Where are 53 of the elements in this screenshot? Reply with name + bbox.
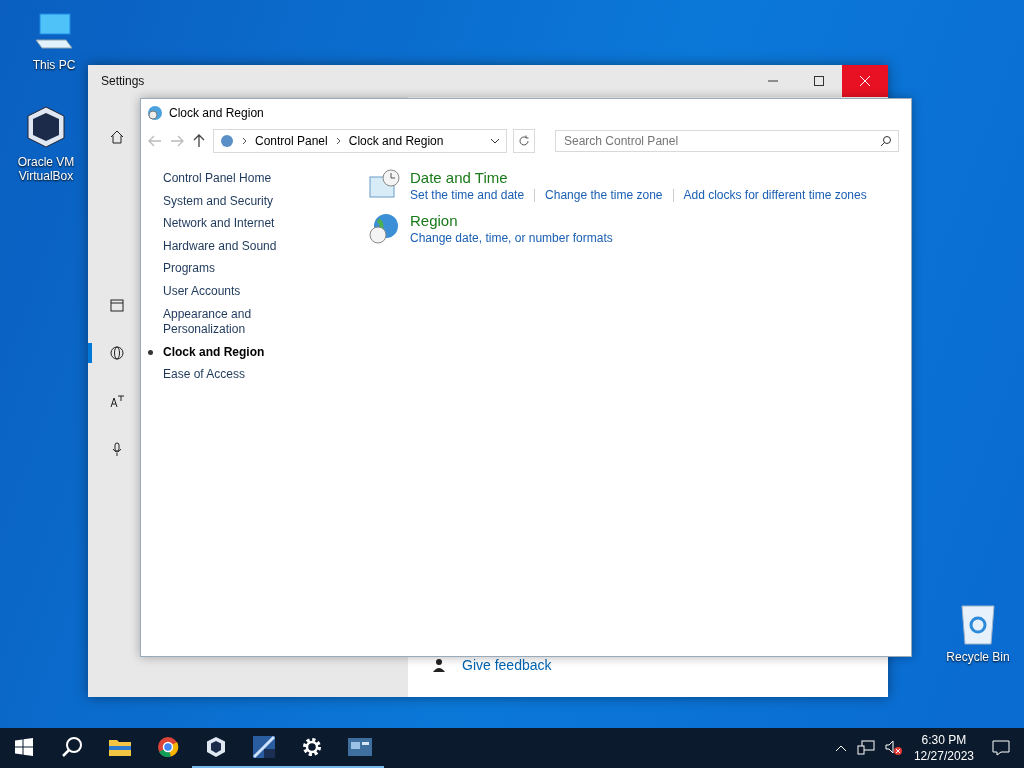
clock-button[interactable]: 6:30 PM 12/27/2023 <box>913 731 974 765</box>
window-title: Clock and Region <box>169 106 264 120</box>
chevron-icon <box>242 137 247 145</box>
task-link[interactable]: Change date, time, or number formats <box>410 231 613 245</box>
nav-link[interactable]: Ease of Access <box>163 367 246 383</box>
nav-link[interactable]: Clock and Region <box>163 344 265 361</box>
chevron-up-icon[interactable] <box>834 744 847 752</box>
language-icon <box>109 393 125 409</box>
nav-link[interactable]: Programs <box>163 261 215 277</box>
feedback-link[interactable]: Give feedback <box>462 657 552 673</box>
bullet-icon <box>148 350 153 356</box>
nav-link[interactable]: Appearance and Personalization <box>163 306 298 338</box>
speaker-muted-icon[interactable] <box>884 740 903 756</box>
nav-link[interactable]: System and Security <box>163 193 274 210</box>
calendar-clock-icon <box>368 169 400 201</box>
desktop-icon-label[interactable]: Recycle Bin <box>946 650 1010 665</box>
calendar-icon <box>109 297 125 313</box>
nav-link[interactable]: Control Panel Home <box>163 171 272 187</box>
notifications-icon[interactable] <box>992 740 1010 756</box>
category-title[interactable]: Region <box>410 212 613 229</box>
browser-icon <box>157 736 179 758</box>
network-icon[interactable] <box>856 740 875 756</box>
cube-icon <box>205 736 227 758</box>
globe-clock-icon <box>147 105 163 121</box>
nav-link[interactable]: Hardware and Sound <box>163 238 277 255</box>
breadcrumb-item[interactable]: Clock and Region <box>348 134 444 148</box>
up-arrow-icon[interactable] <box>191 134 207 148</box>
chevron-icon <box>335 137 341 145</box>
category-title[interactable]: Date and Time <box>410 169 867 186</box>
search-icon <box>880 135 892 147</box>
address-bar[interactable]: Control Panel Clock and Region <box>213 129 507 153</box>
search-icon <box>61 736 83 758</box>
close-icon <box>860 76 870 86</box>
windows-logo-icon <box>15 738 33 756</box>
settings-icon <box>302 737 322 757</box>
refresh-button[interactable] <box>513 129 535 153</box>
home-icon <box>109 129 125 145</box>
task-link[interactable]: Add clocks for different time zones <box>683 188 867 202</box>
folder-icon <box>109 738 131 756</box>
maximize-icon <box>814 76 824 86</box>
nav-link[interactable]: User Accounts <box>163 283 241 300</box>
nav-link[interactable]: Network and Internet <box>163 216 275 232</box>
breadcrumb-item[interactable]: Control Panel <box>255 134 328 148</box>
task-link[interactable]: Set the time and date <box>410 188 525 202</box>
refresh-icon <box>518 135 530 147</box>
dropdown-icon[interactable] <box>490 136 500 146</box>
globe-clock-icon <box>368 212 400 244</box>
search-field[interactable]: Search Control Panel <box>555 130 899 152</box>
desktop-icon-label[interactable]: This PC <box>32 58 76 73</box>
window-title: Settings <box>101 74 146 88</box>
task-link[interactable]: Change the time zone <box>545 188 663 202</box>
person-icon <box>432 658 446 672</box>
desktop-icon-label[interactable]: Oracle VM VirtualBox <box>6 155 86 184</box>
